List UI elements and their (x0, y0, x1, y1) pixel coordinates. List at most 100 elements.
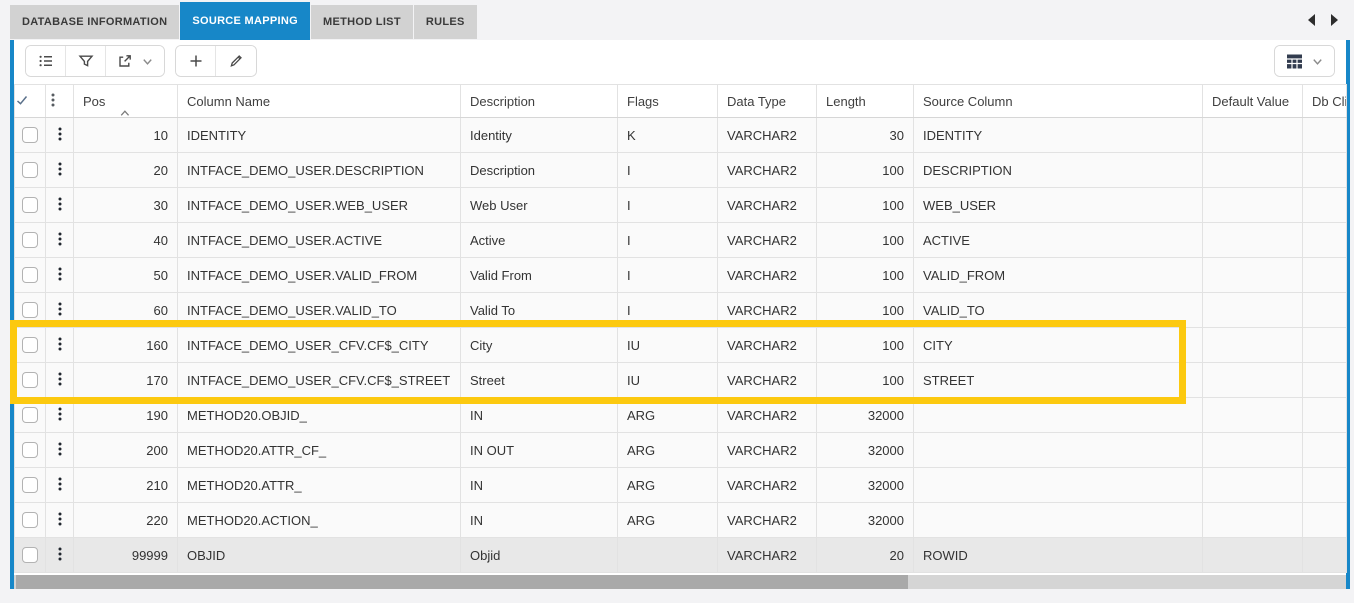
cell-description: IN OUT (460, 432, 618, 468)
table-row[interactable]: 190 METHOD20.OBJID_ IN ARG VARCHAR2 32000 (14, 397, 1347, 433)
dots-icon[interactable] (53, 407, 67, 426)
row-menu-cell (45, 152, 74, 188)
row-checkbox[interactable] (22, 127, 38, 144)
filter-button[interactable] (66, 46, 106, 76)
cell-column-name: IDENTITY (177, 117, 461, 153)
table-row[interactable]: 30 INTFACE_DEMO_USER.WEB_USER Web User I VAR… (14, 187, 1347, 223)
edit-button[interactable] (216, 46, 256, 76)
column-header-source-column[interactable]: Source Column (913, 84, 1203, 118)
dots-icon[interactable] (53, 337, 67, 356)
cell-description: Street (460, 362, 618, 398)
cell-default-value (1202, 292, 1303, 328)
cell-data-type: VARCHAR2 (717, 362, 817, 398)
table-row[interactable]: 40 INTFACE_DEMO_USER.ACTIVE Active I VARCHAR… (14, 222, 1347, 258)
row-checkbox[interactable] (22, 372, 38, 389)
cell-column-name: INTFACE_DEMO_USER.ACTIVE (177, 222, 461, 258)
row-menu-header[interactable] (45, 84, 74, 118)
tab-scroll-left-icon[interactable] (1308, 14, 1315, 26)
cell-description: IN (460, 397, 618, 433)
cell-pos: 40 (73, 222, 178, 258)
tab-database-information[interactable]: DATABASE INFORMATION (10, 5, 180, 39)
table-row-highlighted[interactable]: 160 INTFACE_DEMO_USER_CFV.CF$_CITY City IU V… (14, 327, 1347, 363)
table-row[interactable]: 60 INTFACE_DEMO_USER.VALID_TO Valid To I VAR… (14, 292, 1347, 328)
row-checkbox[interactable] (22, 232, 38, 249)
dots-icon[interactable] (53, 477, 67, 496)
table-row[interactable]: 50 INTFACE_DEMO_USER.VALID_FROM Valid From… (14, 257, 1347, 293)
select-all-header[interactable] (14, 84, 46, 118)
cell-column-name: INTFACE_DEMO_USER.DESCRIPTION (177, 152, 461, 188)
tab-rules[interactable]: RULES (413, 5, 477, 39)
dots-icon[interactable] (53, 302, 67, 321)
cell-db-client (1302, 117, 1347, 153)
tab-scroll-right-icon[interactable] (1331, 14, 1338, 26)
row-menu-cell (45, 327, 74, 363)
dots-icon[interactable] (53, 547, 67, 566)
cell-default-value (1202, 187, 1303, 223)
dots-icon[interactable] (53, 197, 67, 216)
column-header-data-type[interactable]: Data Type (717, 84, 817, 118)
row-checkbox[interactable] (22, 407, 38, 424)
row-checkbox[interactable] (22, 512, 38, 529)
cell-db-client (1302, 327, 1347, 363)
cell-description: Valid To (460, 292, 618, 328)
cell-flags: I (617, 152, 718, 188)
cell-db-client (1302, 152, 1347, 188)
column-header-db-client[interactable]: Db Client (1302, 84, 1347, 118)
cell-source-column: WEB_USER (913, 187, 1203, 223)
dots-icon[interactable] (53, 267, 67, 286)
cell-description: IN (460, 467, 618, 503)
cell-length: 32000 (816, 467, 914, 503)
row-checkbox[interactable] (22, 547, 38, 564)
row-checkbox[interactable] (22, 477, 38, 494)
row-menu-cell (45, 187, 74, 223)
cell-pos: 10 (73, 117, 178, 153)
cell-description: Web User (460, 187, 618, 223)
row-checkbox[interactable] (22, 302, 38, 319)
column-header-flags[interactable]: Flags (617, 84, 718, 118)
table-row[interactable]: 10 IDENTITY Identity K VARCHAR2 30 IDENTITY (14, 117, 1347, 153)
chevron-down-icon (1311, 55, 1324, 68)
column-header-default-value[interactable]: Default Value (1202, 84, 1303, 118)
tab-scroll-arrows (1308, 14, 1338, 26)
dots-icon[interactable] (53, 442, 67, 461)
cell-pos: 200 (73, 432, 178, 468)
tab-source-mapping[interactable]: SOURCE MAPPING (180, 2, 310, 40)
cell-source-column: CITY (913, 327, 1203, 363)
cell-source-column: VALID_FROM (913, 257, 1203, 293)
cell-pos: 30 (73, 187, 178, 223)
row-checkbox[interactable] (22, 197, 38, 214)
row-checkbox[interactable] (22, 162, 38, 179)
export-button[interactable] (106, 46, 164, 76)
cell-default-value (1202, 502, 1303, 538)
add-button[interactable] (176, 46, 216, 76)
table-row-highlighted[interactable]: 170 INTFACE_DEMO_USER_CFV.CF$_STREET Stree… (14, 362, 1347, 398)
tab-method-list[interactable]: METHOD LIST (310, 5, 413, 39)
cell-length: 100 (816, 292, 914, 328)
dots-icon[interactable] (53, 127, 67, 146)
table-row[interactable]: 220 METHOD20.ACTION_ IN ARG VARCHAR2 32000 (14, 502, 1347, 538)
row-checkbox[interactable] (22, 337, 38, 354)
column-header-length[interactable]: Length (816, 84, 914, 118)
row-checkbox[interactable] (22, 267, 38, 284)
dots-icon[interactable] (53, 162, 67, 181)
column-header-column-name[interactable]: Column Name (177, 84, 461, 118)
column-header-description[interactable]: Description (460, 84, 618, 118)
cell-pos: 190 (73, 397, 178, 433)
table-row[interactable]: 200 METHOD20.ATTR_CF_ IN OUT ARG VARCHAR2 320… (14, 432, 1347, 468)
column-options-button[interactable] (1275, 46, 1334, 76)
dots-icon[interactable] (53, 232, 67, 251)
cell-source-column: ACTIVE (913, 222, 1203, 258)
cell-data-type: VARCHAR2 (717, 537, 817, 573)
horizontal-scrollbar[interactable] (14, 575, 1346, 589)
cell-description: City (460, 327, 618, 363)
list-button[interactable] (26, 46, 66, 76)
horizontal-scrollbar-thumb[interactable] (16, 575, 909, 589)
dots-icon[interactable] (53, 372, 67, 391)
cell-source-column: DESCRIPTION (913, 152, 1203, 188)
table-row[interactable]: 20 INTFACE_DEMO_USER.DESCRIPTION Descripti… (14, 152, 1347, 188)
row-checkbox[interactable] (22, 442, 38, 459)
table-row-footer[interactable]: 99999 OBJID Objid VARCHAR2 20 ROWID (14, 537, 1347, 573)
table-row[interactable]: 210 METHOD20.ATTR_ IN ARG VARCHAR2 32000 (14, 467, 1347, 503)
dots-icon[interactable] (53, 512, 67, 531)
column-header-pos[interactable]: Pos (73, 84, 178, 118)
